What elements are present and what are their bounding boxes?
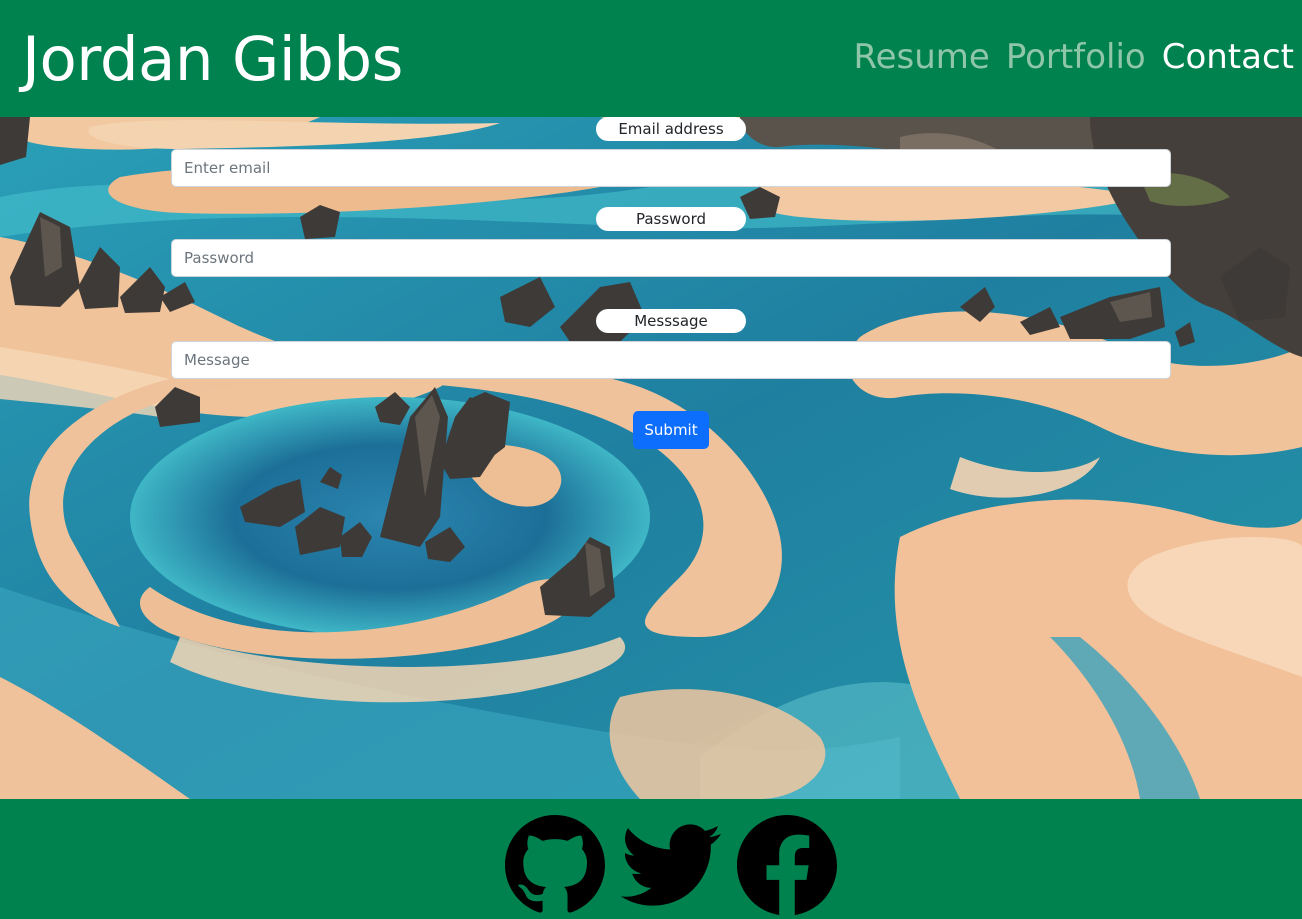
email-label: Email address: [596, 117, 746, 141]
github-icon: [505, 815, 605, 913]
message-label: Messsage: [596, 309, 746, 333]
site-title[interactable]: Jordan Gibbs: [22, 20, 403, 100]
github-link[interactable]: [505, 815, 605, 915]
twitter-icon: [621, 824, 721, 906]
nav-link-portfolio[interactable]: Portfolio: [1006, 34, 1146, 80]
site-footer: [0, 799, 1302, 919]
nav-link-resume[interactable]: Resume: [854, 34, 990, 80]
twitter-link[interactable]: [621, 815, 721, 915]
message-input[interactable]: [171, 341, 1171, 379]
hero-section: Email address Password Messsage Submit: [0, 117, 1302, 799]
email-input[interactable]: [171, 149, 1171, 187]
password-label: Password: [596, 207, 746, 231]
facebook-link[interactable]: [737, 815, 837, 915]
facebook-icon: [737, 815, 837, 915]
submit-button[interactable]: Submit: [633, 411, 709, 449]
password-input[interactable]: [171, 239, 1171, 277]
site-header: Jordan Gibbs Resume Portfolio Contact: [0, 0, 1302, 117]
nav-link-contact[interactable]: Contact: [1162, 34, 1294, 80]
main-nav: Resume Portfolio Contact: [854, 34, 1294, 80]
